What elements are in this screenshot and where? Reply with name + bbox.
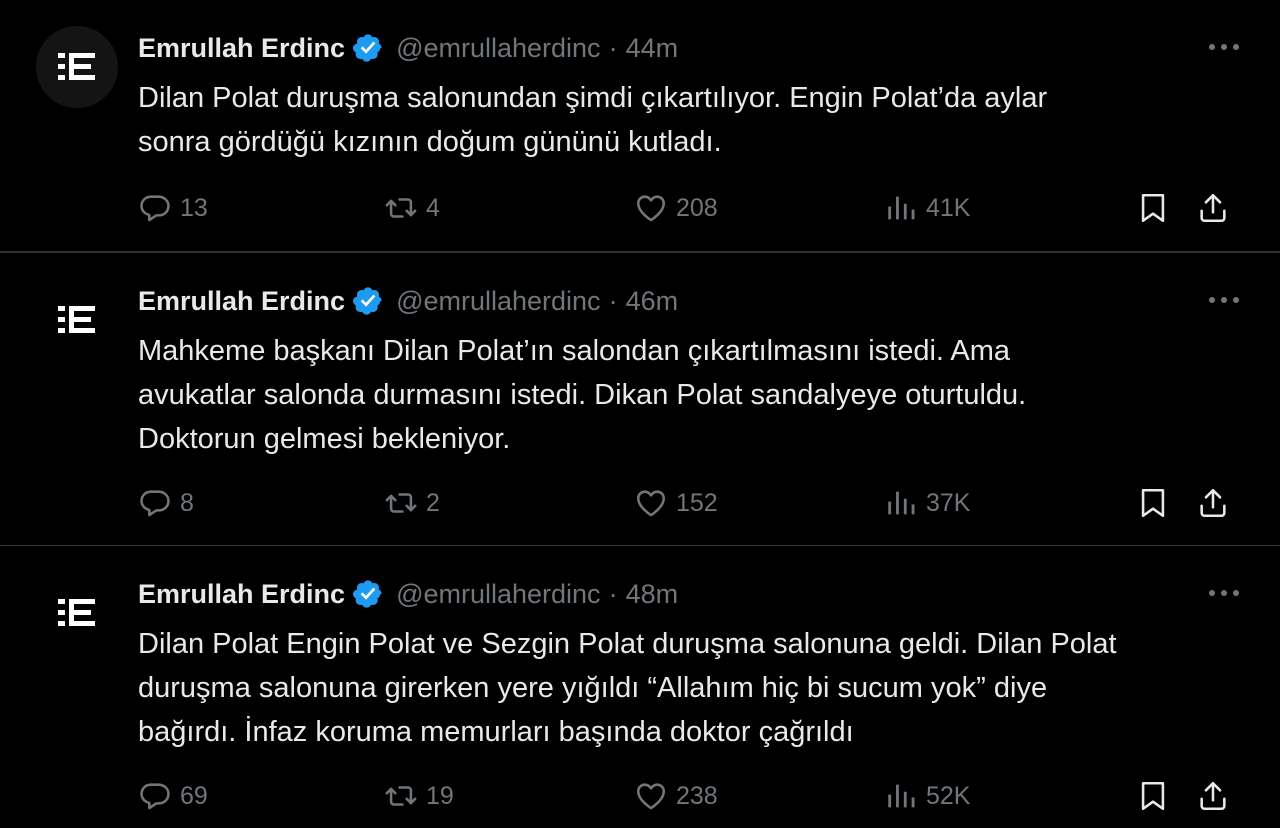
tweet-text: Dilan Polat Engin Polat ve Sezgin Polat … [138, 628, 1117, 748]
retweet-button[interactable]: 19 [384, 774, 454, 818]
author-handle[interactable]: @emrullaherdinc [396, 286, 601, 317]
share-button[interactable] [1196, 186, 1230, 230]
avatar[interactable] [36, 572, 118, 654]
heart-icon [636, 783, 666, 810]
separator-dot: · [608, 285, 618, 316]
tweet[interactable]: Emrullah Erdinc @emrullaherdinc · 46m Ma… [0, 252, 1280, 546]
retweet-button[interactable]: 2 [384, 481, 440, 525]
reply-count: 69 [180, 781, 208, 810]
views-count: 37K [926, 488, 971, 517]
tweet-actions: 69 19 238 52K [0, 774, 1280, 818]
timestamp[interactable]: 46m [626, 286, 679, 317]
more-dots-icon[interactable] [1204, 32, 1244, 62]
tweet-feed: Emrullah Erdinc @emrullaherdinc · 44m Di… [0, 0, 1280, 828]
like-button[interactable]: 208 [634, 186, 718, 230]
views-count: 41K [926, 193, 971, 222]
avatar[interactable] [36, 26, 118, 108]
like-button[interactable]: 238 [634, 774, 718, 818]
tweet-header: Emrullah Erdinc @emrullaherdinc · 48m [138, 574, 678, 614]
avatar[interactable] [36, 279, 118, 361]
separator-dot: · [608, 578, 618, 609]
verified-badge-icon[interactable] [352, 578, 384, 610]
author-handle[interactable]: @emrullaherdinc [396, 579, 601, 610]
retweet-button[interactable]: 4 [384, 186, 440, 230]
reply-button[interactable]: 13 [138, 186, 208, 230]
share-icon [1200, 781, 1226, 811]
reply-count: 8 [180, 488, 194, 517]
verified-badge-icon[interactable] [352, 285, 384, 317]
more-dots-icon[interactable] [1204, 285, 1244, 315]
ee-logo-icon [58, 306, 95, 333]
bookmark-button[interactable] [1136, 186, 1170, 230]
share-button[interactable] [1196, 774, 1230, 818]
bookmark-icon [1141, 488, 1165, 518]
bookmark-button[interactable] [1136, 774, 1170, 818]
bookmark-icon [1141, 781, 1165, 811]
share-button[interactable] [1196, 481, 1230, 525]
tweet[interactable]: Emrullah Erdinc @emrullaherdinc · 44m Di… [0, 0, 1280, 252]
share-icon [1200, 193, 1226, 223]
ee-logo-icon [58, 53, 95, 80]
like-button[interactable]: 152 [634, 481, 718, 525]
tweet-header: Emrullah Erdinc @emrullaherdinc · 46m [138, 281, 678, 321]
bookmark-icon [1141, 193, 1165, 223]
reply-button[interactable]: 69 [138, 774, 208, 818]
separator-dot: · [608, 32, 618, 63]
views-button[interactable]: 52K [884, 774, 970, 818]
share-icon [1200, 488, 1226, 518]
views-count: 52K [926, 781, 971, 810]
bookmark-button[interactable] [1136, 481, 1170, 525]
heart-icon [636, 195, 666, 222]
tweet-actions: 8 2 152 37K [0, 481, 1280, 525]
views-button[interactable]: 41K [884, 186, 970, 230]
retweet-icon [385, 786, 417, 806]
like-count: 208 [676, 193, 718, 222]
tweet[interactable]: Emrullah Erdinc @emrullaherdinc · 48m Di… [0, 546, 1280, 828]
more-dots-icon[interactable] [1204, 578, 1244, 608]
timestamp[interactable]: 44m [626, 33, 679, 64]
reply-button[interactable]: 8 [138, 481, 194, 525]
views-button[interactable]: 37K [884, 481, 970, 525]
retweet-icon [385, 493, 417, 513]
author-name[interactable]: Emrullah Erdinc [138, 33, 345, 64]
reply-icon [140, 783, 170, 810]
author-name[interactable]: Emrullah Erdinc [138, 286, 345, 317]
retweet-count: 4 [426, 193, 440, 222]
tweet-actions: 13 4 208 41K [0, 186, 1280, 230]
retweet-count: 19 [426, 781, 454, 810]
tweet-header: Emrullah Erdinc @emrullaherdinc · 44m [138, 28, 678, 68]
author-handle[interactable]: @emrullaherdinc [396, 33, 601, 64]
ee-logo-icon [58, 599, 95, 626]
reply-count: 13 [180, 193, 208, 222]
heart-icon [636, 490, 666, 517]
views-icon [888, 491, 915, 515]
tweet-text: Mahkeme başkanı Dilan Polat’ın salondan … [138, 335, 1027, 455]
views-icon [888, 784, 915, 808]
retweet-count: 2 [426, 488, 440, 517]
verified-badge-icon[interactable] [352, 32, 384, 64]
retweet-icon [385, 198, 417, 218]
like-count: 238 [676, 781, 718, 810]
timestamp[interactable]: 48m [626, 579, 679, 610]
author-name[interactable]: Emrullah Erdinc [138, 579, 345, 610]
reply-icon [140, 490, 170, 517]
like-count: 152 [676, 488, 718, 517]
views-icon [888, 196, 915, 220]
reply-icon [140, 195, 170, 222]
tweet-text: Dilan Polat duruşma salonundan şimdi çık… [138, 82, 1048, 158]
